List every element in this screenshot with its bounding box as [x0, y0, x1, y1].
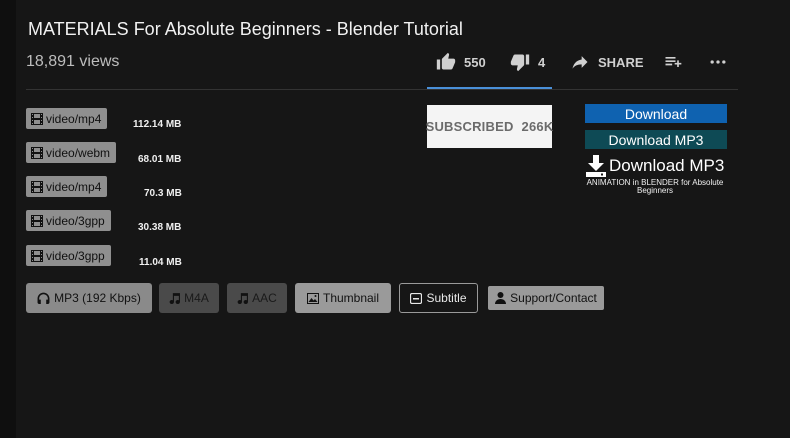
more-horizontal-icon — [710, 60, 726, 64]
aac-button[interactable]: AAC — [227, 283, 287, 313]
download-mp3-link[interactable]: Download MP3 — [586, 154, 727, 178]
like-button[interactable]: 550 — [436, 52, 486, 72]
thumbnail-button-label: Thumbnail — [322, 291, 380, 305]
dislike-button[interactable]: 4 — [510, 52, 545, 72]
download-mp3-link-label: Download MP3 — [609, 156, 725, 175]
image-icon — [306, 292, 319, 304]
save-to-playlist-button[interactable] — [663, 52, 683, 72]
subscribed-label: SUBSCRIBED — [425, 119, 514, 134]
format-type: video/mp4 — [46, 111, 102, 126]
share-button[interactable]: SHARE — [570, 52, 644, 72]
video-title: MATERIALS For Absolute Beginners - Blend… — [28, 19, 463, 39]
subtitle-button-label: Subtitle — [426, 291, 467, 305]
format-type: video/3gpp — [46, 248, 105, 263]
header-divider — [26, 89, 738, 90]
share-label: SHARE — [598, 54, 644, 70]
music-note-icon — [237, 293, 249, 304]
format-type: video/mp4 — [46, 179, 102, 194]
format-size: 70.3 MB — [144, 188, 182, 199]
thumbs-down-icon — [510, 54, 530, 72]
aac-button-label: AAC — [252, 291, 277, 305]
format-size: 11.04 MB — [139, 257, 182, 268]
left-edge-strip — [0, 0, 16, 438]
m4a-button[interactable]: M4A — [159, 283, 219, 313]
like-count: 550 — [464, 54, 486, 70]
closed-caption-icon — [410, 292, 423, 304]
format-button-mp4-1[interactable]: video/mp4 — [26, 108, 108, 129]
view-count: 18,891 views — [26, 53, 120, 70]
subscribed-button[interactable]: SUBSCRIBED 266K — [425, 105, 554, 148]
download-mp3-subtitle: ANIMATION in BLENDER for Absolute Beginn… — [586, 178, 724, 195]
format-size: 30.38 MB — [138, 222, 182, 233]
user-icon — [495, 292, 507, 304]
more-options-button[interactable] — [708, 52, 728, 72]
format-button-mp4-2[interactable]: video/mp4 — [26, 176, 108, 197]
download-mp3-button[interactable]: Download MP3 — [585, 130, 727, 149]
m4a-button-label: M4A — [184, 291, 209, 305]
format-button-3gpp-1[interactable]: video/3gpp — [26, 210, 111, 231]
subscriber-count: 266K — [521, 119, 554, 134]
headphones-icon — [37, 292, 50, 304]
music-note-icon — [169, 293, 181, 304]
format-type: video/3gpp — [46, 213, 105, 228]
playlist-add-icon — [665, 57, 682, 67]
format-size: 68.01 MB — [138, 154, 182, 165]
support-contact-button[interactable]: Support/Contact — [488, 286, 604, 310]
format-button-3gpp-2[interactable]: video/3gpp — [26, 245, 111, 266]
mp3-button-label: MP3 (192 Kbps) — [54, 291, 141, 305]
download-button[interactable]: Download — [585, 104, 727, 123]
subtitle-button[interactable]: Subtitle — [399, 283, 478, 313]
format-type: video/webm — [46, 145, 111, 160]
thumbs-up-icon — [436, 52, 456, 70]
support-contact-label: Support/Contact — [510, 291, 597, 305]
format-size: 112.14 MB — [133, 119, 182, 130]
film-icon — [31, 214, 43, 227]
dislike-count: 4 — [538, 54, 546, 70]
download-icon — [586, 155, 606, 177]
film-icon — [31, 146, 43, 159]
share-arrow-icon — [572, 56, 588, 69]
film-icon — [31, 249, 43, 262]
thumbnail-button[interactable]: Thumbnail — [295, 283, 391, 313]
film-icon — [31, 180, 43, 193]
format-button-webm[interactable]: video/webm — [26, 142, 117, 163]
mp3-button[interactable]: MP3 (192 Kbps) — [26, 283, 152, 313]
film-icon — [31, 112, 43, 125]
